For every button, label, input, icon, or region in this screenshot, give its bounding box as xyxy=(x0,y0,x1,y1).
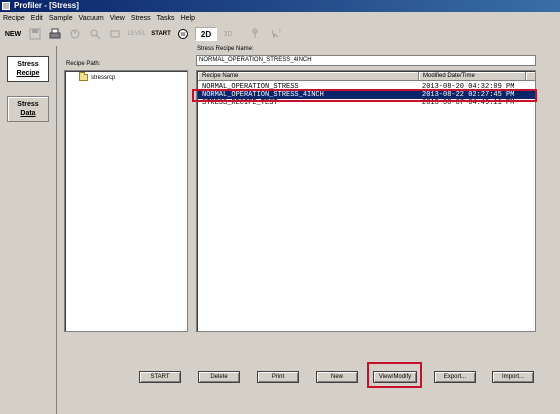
stress-recipe-line2: Recipe xyxy=(16,70,40,77)
recipe-path-tree[interactable]: stressrcp xyxy=(64,70,188,332)
stress-data-line1: Stress xyxy=(17,101,39,108)
column-header-filler xyxy=(526,72,535,81)
table-header: Recipe Name Modified Date/Time xyxy=(198,72,535,81)
window-title: Profiler - [Stress] xyxy=(14,1,79,10)
table-row[interactable]: NORMAL_OPERATION_STRESS 2013-08-20 04:32… xyxy=(198,83,535,91)
recipe-name-field[interactable]: NORMAL_OPERATION_STRESS_4INCH xyxy=(196,55,536,66)
row-modified-date: 2013-08-07 04:49:11 PM xyxy=(422,99,515,107)
recipe-table[interactable]: Recipe Name Modified Date/Time NORMAL_OP… xyxy=(196,70,536,332)
folder-name: stressrcp xyxy=(91,74,116,81)
laser-icon[interactable]: W xyxy=(175,27,191,41)
row-recipe-name: NORMAL_OPERATION_STRESS xyxy=(202,83,299,91)
app-icon xyxy=(2,2,10,10)
print-icon[interactable] xyxy=(47,27,63,41)
stress-recipe-line1: Stress xyxy=(17,61,39,68)
new-button[interactable]: New xyxy=(316,371,358,383)
row-recipe-name: STRESS_RECIPE_TEST xyxy=(202,99,278,107)
level-button[interactable]: LEVEL xyxy=(127,27,147,41)
delete-button[interactable]: Delete xyxy=(198,371,240,383)
measure-icon[interactable] xyxy=(67,27,83,41)
scan-icon[interactable] xyxy=(107,27,123,41)
stress-data-button[interactable]: Stress Data xyxy=(7,96,49,122)
import-button[interactable]: Import... xyxy=(492,371,534,383)
table-row[interactable]: STRESS_RECIPE_TEST 2013-08-07 04:49:11 P… xyxy=(198,99,535,107)
table-row-selected[interactable]: NORMAL_OPERATION_STRESS_4INCH 2013-08-22… xyxy=(198,91,535,99)
tool-icon[interactable] xyxy=(247,27,263,41)
folder-icon xyxy=(79,72,88,81)
menu-view[interactable]: View xyxy=(110,15,125,22)
column-header-recipe-name[interactable]: Recipe Name xyxy=(198,72,419,81)
help-icon[interactable]: ? xyxy=(267,27,283,41)
recipe-name-label: Stress Recipe Name: xyxy=(197,46,254,52)
left-sidebar: Stress Recipe Stress Data xyxy=(0,46,57,414)
title-bar: Profiler - [Stress] xyxy=(0,0,560,12)
menu-vacuum[interactable]: Vacuum xyxy=(79,15,104,22)
stress-data-line2: Data xyxy=(20,110,36,117)
recipe-path-label: Recipe Path: xyxy=(66,61,101,67)
menu-edit[interactable]: Edit xyxy=(31,15,43,22)
mode-2d-button[interactable]: 2D xyxy=(195,27,217,41)
menu-recipe[interactable]: Recipe xyxy=(3,15,25,22)
row-modified-date: 2013-08-20 04:32:09 PM xyxy=(422,83,515,91)
menu-tasks[interactable]: Tasks xyxy=(157,15,175,22)
menu-stress[interactable]: Stress xyxy=(131,15,151,22)
menu-help[interactable]: Help xyxy=(181,15,195,22)
menu-sample[interactable]: Sample xyxy=(49,15,73,22)
toolbar: NEW LEVEL START W 2D 3D ? xyxy=(0,26,560,42)
start-button[interactable]: START xyxy=(139,371,181,383)
tree-folder-node[interactable]: stressrcp xyxy=(79,72,116,81)
search-icon[interactable] xyxy=(87,27,103,41)
table-rows: NORMAL_OPERATION_STRESS 2013-08-20 04:32… xyxy=(198,83,535,107)
export-button[interactable]: Export... xyxy=(434,371,476,383)
mode-3d-button[interactable]: 3D xyxy=(221,27,235,41)
print-button[interactable]: Print xyxy=(257,371,299,383)
start-toolbar-button[interactable]: START xyxy=(151,27,171,41)
row-modified-date: 2013-08-22 02:27:45 PM xyxy=(422,91,515,99)
stress-recipe-button[interactable]: Stress Recipe xyxy=(7,56,49,82)
column-header-modified-date[interactable]: Modified Date/Time xyxy=(419,72,526,81)
view-modify-button[interactable]: View/Modify xyxy=(373,371,417,383)
svg-text:?: ? xyxy=(278,29,281,35)
row-recipe-name: NORMAL_OPERATION_STRESS_4INCH xyxy=(202,91,324,99)
svg-text:W: W xyxy=(181,32,186,38)
menu-bar: Recipe Edit Sample Vacuum View Stress Ta… xyxy=(0,12,560,24)
save-icon[interactable] xyxy=(27,27,43,41)
new-toolbar-button[interactable]: NEW xyxy=(3,27,23,41)
